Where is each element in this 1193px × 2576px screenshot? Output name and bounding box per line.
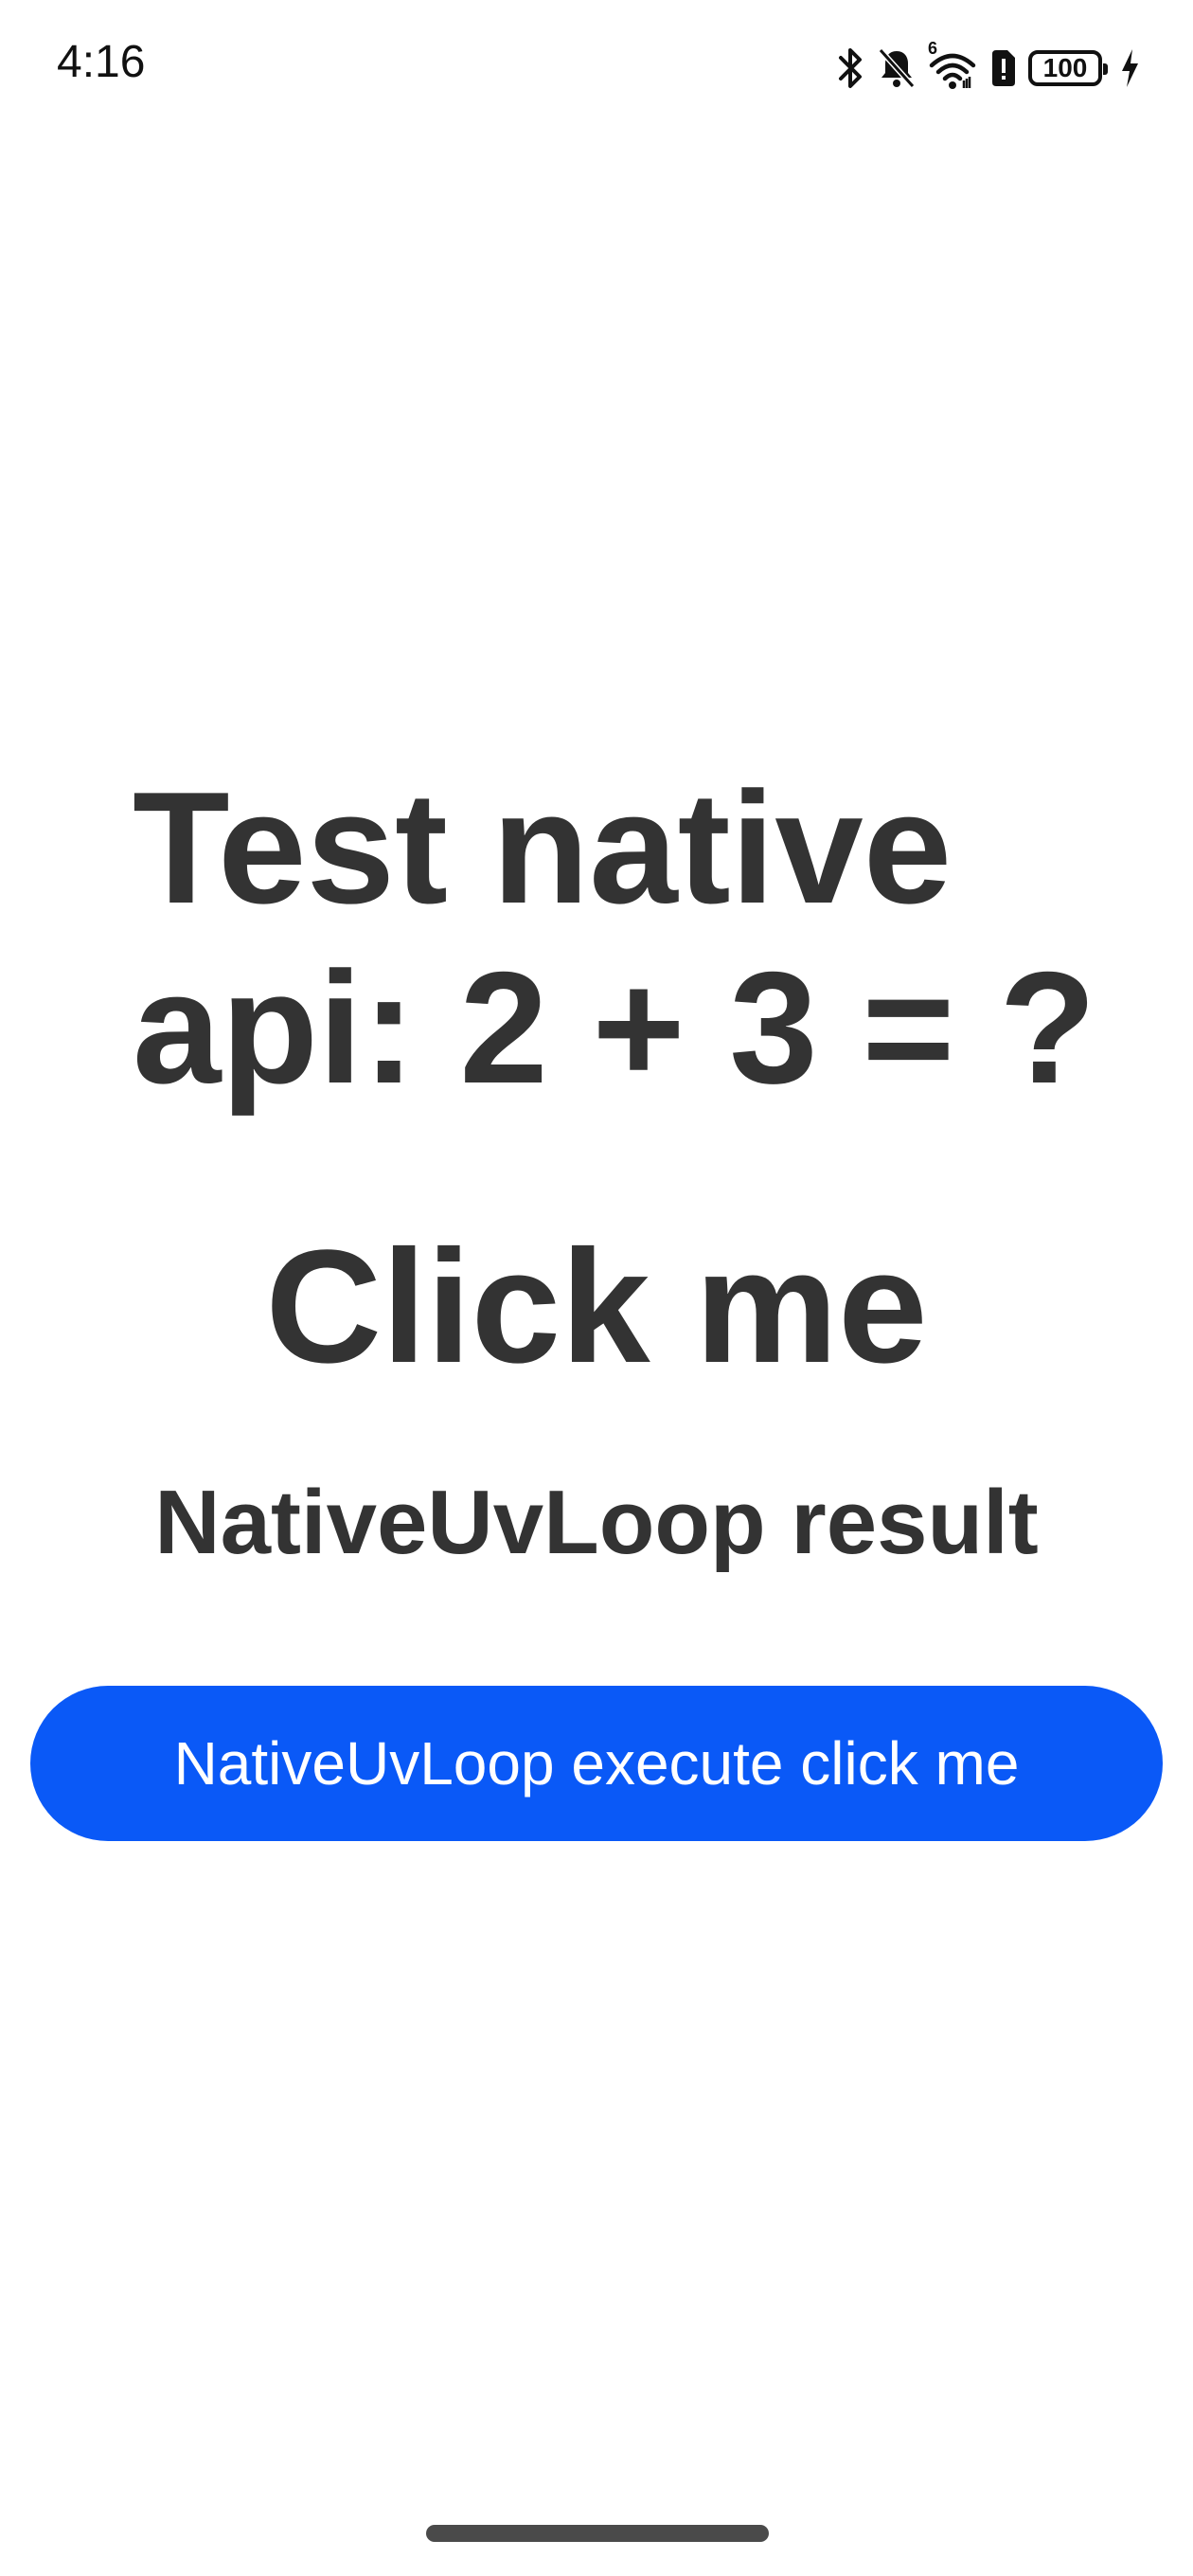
bell-muted-icon <box>877 46 917 90</box>
sim-alert-icon <box>988 48 1017 88</box>
status-icons: 6 100 <box>837 39 1140 95</box>
page-title: Test native api: 2 + 3 = ? <box>133 759 1096 1117</box>
click-me-text[interactable]: Click me <box>0 1212 1193 1402</box>
wifi-icon: 6 <box>928 39 977 90</box>
network-label: 6 <box>928 39 938 58</box>
status-time: 4:16 <box>57 37 146 87</box>
result-text: NativeUvLoop result <box>154 1472 1039 1573</box>
bluetooth-icon <box>837 46 865 90</box>
battery-icon: 100 <box>1028 50 1108 86</box>
charging-icon <box>1119 47 1140 89</box>
battery-level: 100 <box>1042 53 1088 82</box>
execute-button[interactable]: NativeUvLoop execute click me <box>30 1686 1163 1841</box>
status-bar: 4:16 6 100 <box>0 0 1193 133</box>
home-indicator[interactable] <box>426 2525 769 2542</box>
